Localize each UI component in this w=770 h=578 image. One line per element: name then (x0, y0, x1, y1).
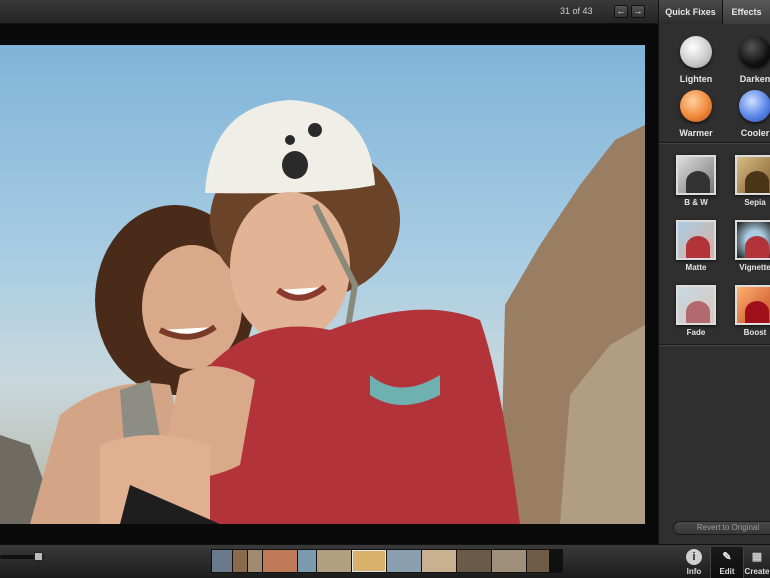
cooler-orb-icon (739, 90, 770, 122)
create-label: Create (744, 567, 770, 576)
next-photo-button[interactable]: → (631, 5, 645, 18)
effect-label: Vignette (739, 263, 770, 272)
info-label: Info (686, 567, 702, 576)
effect-label: Matte (685, 263, 707, 272)
effect-label: Sepia (744, 198, 766, 207)
effect-label: Fade (686, 328, 706, 337)
filmstrip-thumbnail[interactable] (233, 550, 247, 572)
filmstrip-thumbnail[interactable] (457, 550, 491, 572)
filmstrip (211, 549, 563, 573)
info-icon: i (686, 549, 702, 565)
bw-thumbnail (676, 155, 716, 195)
create-button[interactable]: ▦ Create (744, 547, 770, 578)
bottom-toolbar: i Info ✎ Edit ▦ Create (0, 544, 770, 578)
effect-label: Warmer (679, 128, 713, 138)
filmstrip-thumbnail[interactable] (248, 550, 262, 572)
darken-orb-icon (739, 36, 770, 68)
effect-label: Darken (739, 74, 770, 84)
effect-sepia[interactable]: Sepia (727, 155, 770, 207)
filmstrip-thumbnail[interactable] (527, 550, 549, 572)
matte-thumbnail (676, 220, 716, 260)
effect-bw[interactable]: B & W (668, 155, 724, 207)
effect-matte[interactable]: Matte (668, 220, 724, 272)
effect-cooler[interactable]: Cooler (727, 90, 770, 138)
panel-divider (659, 142, 770, 143)
top-toolbar: 31 of 43 ← → Quick Fixes Effects (0, 0, 770, 24)
revert-to-original-button[interactable]: Revert to Original (673, 521, 770, 535)
tab-label: Effects (731, 7, 762, 17)
effect-label: B & W (684, 198, 708, 207)
filmstrip-thumbnail-selected[interactable] (352, 550, 386, 572)
vignette-thumbnail (735, 220, 770, 260)
slider-knob[interactable] (34, 552, 43, 561)
previous-photo-button[interactable]: ← (614, 5, 628, 18)
filmstrip-thumbnail[interactable] (387, 550, 421, 572)
tab-quick-fixes[interactable]: Quick Fixes (658, 0, 722, 24)
arrow-right-icon: → (633, 6, 643, 16)
main-photo[interactable] (0, 45, 645, 524)
panel-divider (659, 344, 770, 345)
filmstrip-thumbnail[interactable] (317, 550, 351, 572)
fade-thumbnail (676, 285, 716, 325)
effect-boost[interactable]: Boost (727, 285, 770, 337)
effect-vignette[interactable]: Vignette (727, 220, 770, 272)
tab-effects[interactable]: Effects (722, 0, 770, 24)
effect-warmer[interactable]: Warmer (668, 90, 724, 138)
tab-label: Quick Fixes (665, 7, 716, 17)
arrow-left-icon: ← (616, 6, 626, 16)
sepia-thumbnail (735, 155, 770, 195)
filmstrip-thumbnail[interactable] (263, 550, 297, 572)
effect-label: Boost (743, 328, 767, 337)
filmstrip-thumbnail[interactable] (422, 550, 456, 572)
photo-illustration (0, 100, 645, 524)
pencil-icon: ✎ (722, 551, 732, 563)
effect-label: Cooler (740, 128, 770, 138)
boost-thumbnail (735, 285, 770, 325)
effects-panel: Lighten Darken Warmer Cooler B & W Sepia… (658, 24, 770, 544)
filmstrip-thumbnail[interactable] (212, 550, 232, 572)
effect-darken[interactable]: Darken (727, 36, 770, 84)
warmer-orb-icon (680, 90, 712, 122)
filmstrip-thumbnail[interactable] (298, 550, 316, 572)
photo-counter: 31 of 43 (560, 6, 593, 16)
info-button[interactable]: i Info (677, 547, 711, 578)
lighten-orb-icon (680, 36, 712, 68)
edit-label: Edit (719, 567, 735, 576)
effect-lighten[interactable]: Lighten (668, 36, 724, 84)
effect-fade[interactable]: Fade (668, 285, 724, 337)
photo-viewer (0, 24, 658, 544)
filmstrip-thumbnail[interactable] (492, 550, 526, 572)
edit-button[interactable]: ✎ Edit (710, 547, 744, 578)
effect-label: Lighten (679, 74, 713, 84)
create-icon: ▦ (751, 551, 763, 563)
